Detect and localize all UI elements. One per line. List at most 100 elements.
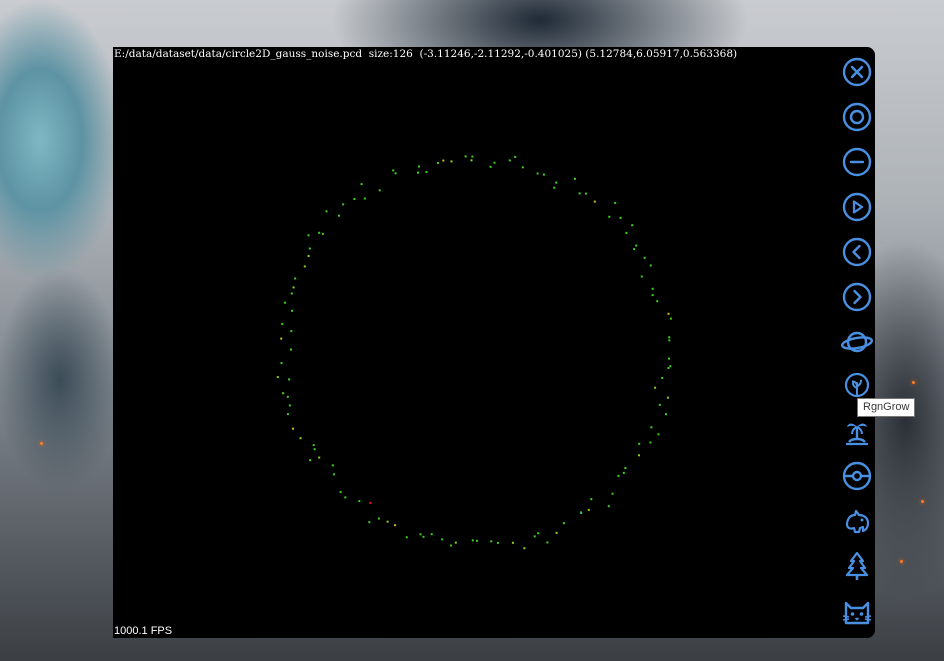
point (640, 275, 643, 278)
point (668, 339, 671, 342)
point (422, 535, 425, 538)
point (584, 192, 587, 195)
point (321, 232, 324, 235)
point (339, 491, 342, 494)
target-circle-icon (842, 102, 872, 132)
point (405, 536, 408, 539)
point (394, 524, 397, 527)
point (360, 183, 363, 186)
animal-button[interactable] (841, 505, 873, 537)
point (286, 395, 289, 398)
point (562, 522, 565, 525)
planet-icon (841, 331, 873, 353)
point (643, 256, 646, 259)
pokeball-button[interactable] (841, 460, 873, 492)
point (417, 171, 419, 174)
point (282, 392, 285, 395)
point (276, 376, 279, 379)
target-button[interactable] (841, 101, 873, 133)
minus-button[interactable] (841, 146, 873, 178)
previous-button[interactable] (841, 236, 873, 268)
point (281, 322, 284, 325)
point (470, 159, 473, 162)
point (464, 155, 467, 158)
point (546, 541, 549, 544)
point (290, 330, 293, 333)
point (425, 171, 428, 173)
point (369, 501, 372, 504)
point (661, 377, 664, 379)
point (430, 533, 433, 536)
ember-particle (40, 442, 43, 445)
point (368, 521, 371, 524)
point (450, 160, 453, 163)
point (325, 210, 328, 213)
point (633, 248, 636, 251)
point (611, 492, 614, 495)
point (649, 441, 652, 444)
ember-particle (921, 500, 924, 503)
point (631, 224, 634, 227)
point (471, 539, 474, 542)
chevron-left-circle-icon (842, 237, 872, 267)
point (288, 404, 291, 407)
point (489, 165, 492, 168)
point (537, 532, 540, 535)
point (363, 197, 366, 200)
region-grow-button[interactable] (841, 369, 873, 401)
point (318, 231, 321, 234)
point (290, 292, 293, 295)
point (286, 413, 289, 416)
point (666, 396, 669, 399)
close-circle-icon (842, 57, 872, 87)
point (521, 166, 524, 169)
point (303, 265, 306, 268)
point (650, 426, 653, 429)
point (651, 294, 654, 297)
point (344, 496, 347, 499)
point (386, 520, 389, 523)
point (657, 433, 660, 436)
point (454, 541, 457, 544)
point (622, 471, 625, 474)
point (514, 155, 517, 158)
point (493, 161, 496, 164)
minus-circle-icon (842, 147, 872, 177)
island-button[interactable] (841, 415, 873, 447)
cat-button[interactable] (841, 595, 873, 627)
play-button[interactable] (841, 191, 873, 223)
tree-button[interactable] (841, 550, 873, 582)
point (624, 467, 627, 470)
next-button[interactable] (841, 281, 873, 313)
point (669, 365, 672, 368)
point (555, 181, 558, 184)
point (614, 201, 617, 204)
point (475, 539, 478, 542)
point (533, 535, 536, 538)
point (318, 456, 321, 459)
point (490, 540, 493, 543)
animal-icon (845, 509, 870, 534)
point (378, 189, 381, 192)
point (394, 172, 397, 175)
point (291, 309, 293, 312)
point (638, 454, 640, 457)
point (307, 234, 310, 237)
point (441, 538, 444, 541)
ember-particle (912, 381, 915, 384)
cat-icon (842, 601, 872, 625)
point-cloud-viewport[interactable]: E:/data/dataset/data/circle2D_gauss_nois… (113, 47, 875, 638)
point (331, 464, 334, 467)
ember-particle (900, 560, 903, 563)
palm-island-icon (846, 423, 868, 446)
planet-button[interactable] (841, 326, 873, 358)
close-button[interactable] (841, 56, 873, 88)
point (668, 336, 671, 339)
point (292, 427, 294, 430)
point (536, 172, 539, 175)
point (553, 186, 556, 189)
point (312, 444, 315, 447)
point (442, 159, 445, 162)
point-cloud-canvas[interactable] (113, 47, 875, 638)
toolbar-tooltip: RgnGrow (857, 398, 916, 417)
